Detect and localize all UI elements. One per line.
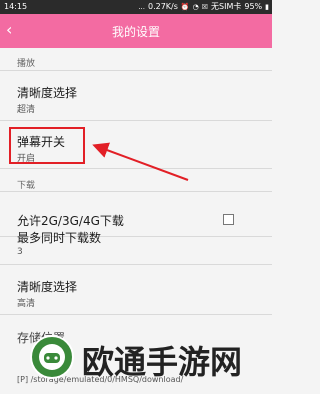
watermark-logo-icon: [30, 335, 74, 379]
watermark-text: 欧通手游网: [82, 343, 243, 381]
